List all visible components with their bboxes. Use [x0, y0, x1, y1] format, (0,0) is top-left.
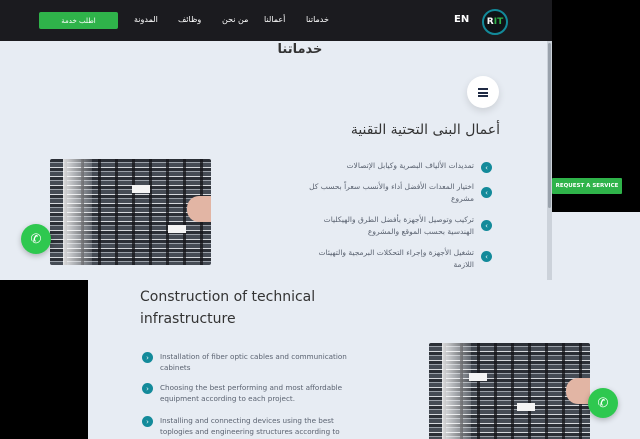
chevron-left-icon: ‹ [481, 220, 492, 231]
arabic-window: اطلب خدمة المدونة وظائف من نحن أعمالنا خ… [0, 0, 552, 280]
section-title: خدماتنا [277, 42, 323, 57]
list-item-text: تمديدات الألياف البصرية وكيابل الإتصالات [346, 161, 475, 170]
section-heading-en: Construction of technical infrastructure [140, 289, 316, 327]
list-item-text: Choosing the best performing and most af… [160, 383, 343, 403]
rack-label [517, 403, 535, 411]
language-switch[interactable]: EN [454, 14, 469, 25]
nav-link-jobs[interactable]: وظائف [178, 15, 201, 24]
nav-link-blog[interactable]: المدونة [134, 15, 158, 24]
backdrop [0, 280, 88, 439]
light-glow [441, 343, 471, 439]
whatsapp-icon: ✆ [30, 231, 42, 247]
nav-link-about[interactable]: من نحن [222, 15, 248, 24]
chevron-right-icon: › [142, 352, 153, 363]
whatsapp-button[interactable]: ✆ [588, 388, 618, 418]
nav-link-works[interactable]: أعمالنا [264, 15, 285, 24]
server-rack-image [429, 343, 590, 439]
server-rack-image [50, 159, 211, 265]
request-service-button[interactable]: اطلب خدمة [39, 12, 118, 29]
hand-shape [566, 378, 590, 404]
chevron-left-icon: ‹ [481, 162, 492, 173]
rack-label [168, 225, 186, 233]
whatsapp-icon: ✆ [597, 395, 609, 411]
top-navbar: اطلب خدمة المدونة وظائف من نحن أعمالنا خ… [0, 0, 552, 41]
rack-label [132, 185, 150, 193]
server-icon [478, 87, 488, 97]
list-item-text: Installing and connecting devices using … [160, 416, 340, 436]
list-item-text: تشغيل الأجهزة وإجراء التحكلات البرمجية و… [318, 248, 474, 269]
brand-logo[interactable]: R IT [482, 9, 508, 35]
list-item-text: تركيب وتوصيل الأجهزة بأفضل الطرق والهيكل… [323, 215, 474, 236]
chevron-right-icon: › [142, 416, 153, 427]
service-icon-badge [467, 76, 499, 108]
chevron-right-icon: › [142, 383, 153, 394]
list-item-text: اختيار المعدات الأفضل أداء والأنسب سعراً… [309, 182, 474, 203]
request-service-button-en[interactable]: REQUEST A SERVICE [552, 178, 622, 194]
nav-link-services[interactable]: خدماتنا [306, 15, 329, 24]
list-item: اختيار المعدات الأفضل أداء والأنسب سعراً… [300, 181, 496, 211]
list-item-text: Installation of fiber optic cables and c… [160, 352, 347, 372]
whatsapp-button[interactable]: ✆ [21, 224, 51, 254]
rack-label [469, 373, 487, 381]
chevron-left-icon: ‹ [481, 251, 492, 262]
logo-prefix: R [486, 17, 494, 27]
section-heading-ar: أعمال البنى التحتية التقنية [350, 122, 500, 138]
logo-accent: IT [493, 17, 504, 27]
list-item: تركيب وتوصيل الأجهزة بأفضل الطرق والهيكل… [300, 214, 496, 244]
light-glow [62, 159, 92, 265]
list-item: تشغيل الأجهزة وإجراء التحكلات البرمجية و… [300, 247, 496, 277]
scrollbar[interactable] [547, 41, 552, 280]
screen: Construction of technical infrastructure… [0, 0, 640, 439]
chevron-left-icon: ‹ [481, 187, 492, 198]
hand-shape [187, 196, 211, 223]
